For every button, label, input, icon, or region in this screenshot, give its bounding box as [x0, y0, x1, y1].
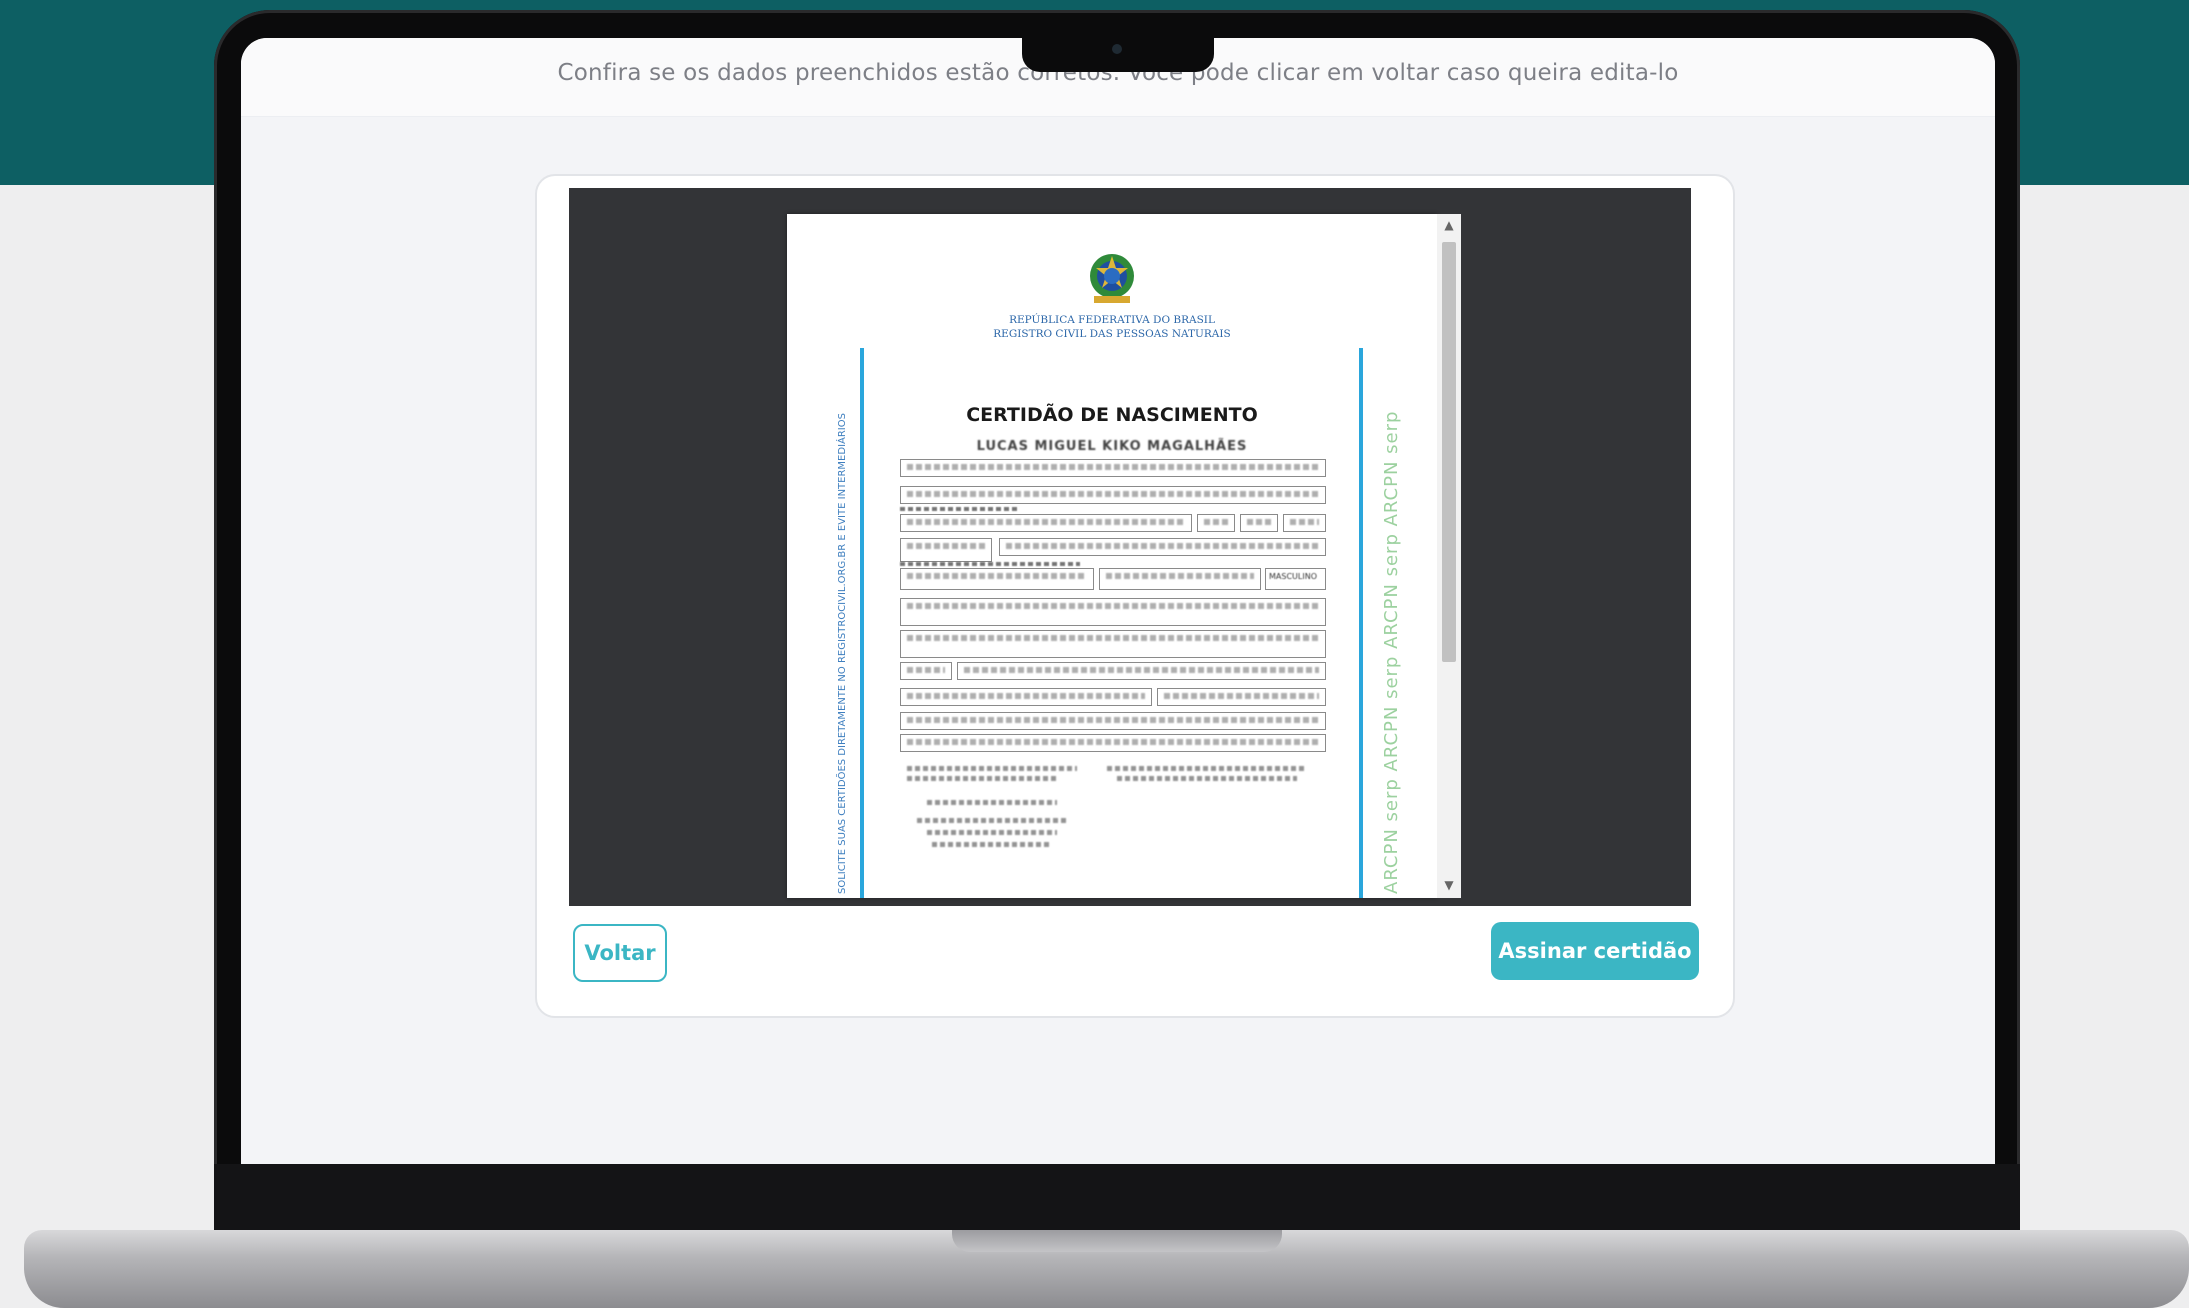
field-twin [900, 662, 952, 680]
field-registration-date [900, 688, 1152, 706]
laptop-lid-notch [952, 1230, 1282, 1252]
field-sex: MASCULINO [1265, 568, 1326, 590]
viewer-scrollbar[interactable]: ▲ ▼ [1437, 214, 1461, 898]
certificate-page: REPÚBLICA FEDERATIVA DO BRASIL REGISTRO … [787, 214, 1437, 898]
sign-certificate-button[interactable]: Assinar certidão [1491, 922, 1699, 980]
field-month [1240, 514, 1278, 532]
field-twin-names [957, 662, 1326, 680]
republic-line-2: REGISTRO CIVIL DAS PESSOAS NATURAIS [993, 328, 1231, 340]
sex-value: MASCULINO [1269, 572, 1317, 581]
certificate-name: LUCAS MIGUEL KIKO MAGALHÃES [976, 439, 1248, 454]
field-birthplace [999, 538, 1326, 556]
authenticity-info [1107, 766, 1307, 771]
address-info [927, 830, 1057, 835]
back-button[interactable]: Voltar [573, 924, 667, 982]
authenticity-info [1117, 776, 1297, 781]
laptop-bottom-bezel [214, 1164, 2020, 1234]
address-info [917, 818, 1067, 823]
field-matricula [900, 486, 1326, 504]
serp-watermark-text: ARCPN serp ARCPN serp ARCPN serp ARCPN s… [1381, 410, 1402, 894]
field-hour [900, 538, 992, 562]
field-day [1197, 514, 1235, 532]
registry-info [907, 776, 1057, 781]
field-filiation [900, 598, 1326, 626]
officer-info [927, 800, 1057, 805]
field-annotations [900, 712, 1326, 730]
field-observations [900, 734, 1326, 752]
field-label [900, 507, 1020, 511]
field-label [900, 562, 1080, 566]
certificate-preview-card: REPÚBLICA FEDERATIVA DO BRASIL REGISTRO … [535, 174, 1735, 1018]
camera-notch [1022, 30, 1214, 72]
field-cpf [900, 459, 1326, 477]
scroll-down-icon[interactable]: ▼ [1437, 878, 1461, 892]
republic-line-1: REPÚBLICA FEDERATIVA DO BRASIL [1009, 314, 1215, 326]
certificate-title: CERTIDÃO DE NASCIMENTO [966, 404, 1258, 426]
left-blue-rule [860, 348, 864, 898]
field-municipality [900, 568, 1094, 590]
scroll-up-icon[interactable]: ▲ [1437, 218, 1461, 232]
email-info [932, 842, 1052, 847]
registry-info [907, 766, 1077, 771]
field-grandparents [900, 630, 1326, 658]
field-hospital [1099, 568, 1261, 590]
scrollbar-thumb[interactable] [1442, 242, 1456, 662]
laptop-screen: Confira se os dados preenchidos estão co… [241, 38, 1995, 1164]
brazil-coat-of-arms-icon [1090, 254, 1134, 303]
right-blue-rule [1359, 348, 1363, 898]
field-dnv [1157, 688, 1326, 706]
field-year [1283, 514, 1326, 532]
field-birth-date-text [900, 514, 1192, 532]
side-notice-text: SOLICITE SUAS CERTIDÕES DIRETAMENTE NO R… [837, 413, 848, 894]
camera-icon [1112, 44, 1122, 54]
pdf-viewer[interactable]: REPÚBLICA FEDERATIVA DO BRASIL REGISTRO … [569, 188, 1691, 906]
